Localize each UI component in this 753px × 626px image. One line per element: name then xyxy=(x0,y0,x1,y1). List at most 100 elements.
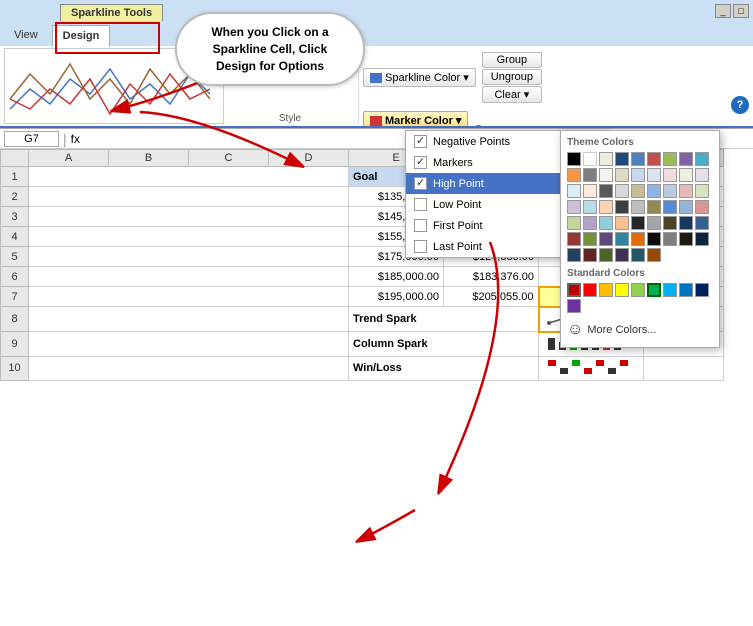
group-btn[interactable]: Group xyxy=(482,52,542,68)
swatch-t3-4[interactable] xyxy=(647,184,661,198)
swatch-light-orange[interactable] xyxy=(583,184,597,198)
ribbon-buttons-area: Sparkline Color ▾ Group Ungroup Clear ▾ … xyxy=(363,48,542,124)
swatch-t4-7[interactable] xyxy=(567,216,581,230)
swatch-t6-7[interactable] xyxy=(599,248,613,262)
std-swatch-blue[interactable] xyxy=(679,283,693,297)
swatch-t5-1[interactable] xyxy=(631,216,645,230)
swatch-light-gray[interactable] xyxy=(599,168,613,182)
swatch-t6-10[interactable] xyxy=(647,248,661,262)
restore-btn[interactable]: □ xyxy=(733,4,749,18)
winloss-label[interactable]: Win/Loss xyxy=(349,356,539,380)
winloss-spark-cell[interactable] xyxy=(539,356,644,380)
cell-e7[interactable]: $195,000.00 xyxy=(349,287,444,307)
swatch-t4-6[interactable] xyxy=(695,200,709,214)
swatch-t3-1[interactable] xyxy=(599,184,613,198)
swatch-red[interactable] xyxy=(647,152,661,166)
row-num-1: 1 xyxy=(1,167,29,187)
swatch-gray[interactable] xyxy=(583,168,597,182)
corner-header xyxy=(1,150,29,167)
col-header-c: C xyxy=(189,150,269,167)
std-swatch-darkred[interactable] xyxy=(567,283,581,297)
std-swatch-green[interactable] xyxy=(647,283,661,297)
swatch-cyan[interactable] xyxy=(695,152,709,166)
std-swatch-sky[interactable] xyxy=(663,283,677,297)
swatch-t3-6[interactable] xyxy=(679,184,693,198)
swatch-light-blue2[interactable] xyxy=(647,168,661,182)
swatch-t4-5[interactable] xyxy=(679,200,693,214)
column-label[interactable]: Column Spark xyxy=(349,332,539,357)
swatch-t5-8[interactable] xyxy=(599,232,613,246)
row-num-2: 2 xyxy=(1,187,29,207)
minimize-btn[interactable]: _ xyxy=(715,4,731,18)
swatch-t4-10[interactable] xyxy=(615,216,629,230)
trend-label[interactable]: Trend Spark xyxy=(349,307,539,332)
clear-btn[interactable]: Clear ▾ xyxy=(482,86,542,103)
swatch-t5-2[interactable] xyxy=(647,216,661,230)
swatch-blue[interactable] xyxy=(631,152,645,166)
swatch-light-cyan[interactable] xyxy=(567,184,581,198)
std-swatch-lime[interactable] xyxy=(631,283,645,297)
help-btn[interactable]: ? xyxy=(731,96,749,114)
swatch-t3-8[interactable] xyxy=(567,200,581,214)
swatch-t6-3[interactable] xyxy=(679,232,693,246)
swatch-black[interactable] xyxy=(567,152,581,166)
cell-a1[interactable] xyxy=(29,167,349,187)
std-swatch-darkblue[interactable] xyxy=(695,283,709,297)
swatch-tan[interactable] xyxy=(615,168,629,182)
swatch-t5-7[interactable] xyxy=(583,232,597,246)
swatch-t3-2[interactable] xyxy=(615,184,629,198)
swatch-t4-9[interactable] xyxy=(599,216,613,230)
swatch-t5-10[interactable] xyxy=(631,232,645,246)
swatch-cream[interactable] xyxy=(599,152,613,166)
std-swatch-orange[interactable] xyxy=(599,283,613,297)
swatch-t5-5[interactable] xyxy=(695,216,709,230)
formula-sep: | xyxy=(63,131,67,147)
swatch-t6-4[interactable] xyxy=(695,232,709,246)
swatch-t6-2[interactable] xyxy=(663,232,677,246)
swatch-orange[interactable] xyxy=(567,168,581,182)
swatch-t5-9[interactable] xyxy=(615,232,629,246)
row-num-5: 5 xyxy=(1,247,29,267)
swatch-t3-7[interactable] xyxy=(695,184,709,198)
swatch-t3-5[interactable] xyxy=(663,184,677,198)
swatch-t6-1[interactable] xyxy=(647,232,661,246)
swatch-t3-9[interactable] xyxy=(583,200,597,214)
swatch-t5-3[interactable] xyxy=(663,216,677,230)
swatch-green[interactable] xyxy=(663,152,677,166)
swatch-t3-10[interactable] xyxy=(599,200,613,214)
std-swatch-purple[interactable] xyxy=(567,299,581,313)
swatch-t6-5[interactable] xyxy=(567,248,581,262)
swatch-t4-2[interactable] xyxy=(631,200,645,214)
std-swatch-yellow[interactable] xyxy=(615,283,629,297)
tab-design[interactable]: Design xyxy=(52,25,111,47)
ungroup-btn[interactable]: Ungroup xyxy=(482,69,542,85)
swatch-t3-3[interactable] xyxy=(631,184,645,198)
swatch-t4-3[interactable] xyxy=(647,200,661,214)
cell-e6[interactable]: $185,000.00 xyxy=(349,267,444,287)
swatch-t4-8[interactable] xyxy=(583,216,597,230)
std-swatch-red[interactable] xyxy=(583,283,597,297)
swatch-t4-4[interactable] xyxy=(663,200,677,214)
swatch-dark-blue[interactable] xyxy=(615,152,629,166)
swatch-t5-6[interactable] xyxy=(567,232,581,246)
sparkline-color-btn[interactable]: Sparkline Color ▾ xyxy=(363,68,476,87)
swatch-white[interactable] xyxy=(583,152,597,166)
cell-f6[interactable]: $183,376.00 xyxy=(444,267,539,287)
swatch-t5-4[interactable] xyxy=(679,216,693,230)
name-box[interactable] xyxy=(4,131,59,147)
sparkline-row-winloss: 10 Win/Loss xyxy=(1,356,724,380)
swatch-light-pink[interactable] xyxy=(663,168,677,182)
more-colors-btn[interactable]: ☺ More Colors... xyxy=(567,319,713,341)
cell-f7[interactable]: $205,055.00 xyxy=(444,287,539,307)
swatch-purple[interactable] xyxy=(679,152,693,166)
cell-a2[interactable] xyxy=(29,187,349,207)
swatch-t4-1[interactable] xyxy=(615,200,629,214)
swatch-t6-9[interactable] xyxy=(631,248,645,262)
marker-color-btn[interactable]: Marker Color ▾ xyxy=(363,111,468,128)
swatch-t6-8[interactable] xyxy=(615,248,629,262)
tab-view[interactable]: View xyxy=(4,24,48,46)
swatch-light-purple[interactable] xyxy=(695,168,709,182)
swatch-light-blue1[interactable] xyxy=(631,168,645,182)
swatch-light-green[interactable] xyxy=(679,168,693,182)
swatch-t6-6[interactable] xyxy=(583,248,597,262)
